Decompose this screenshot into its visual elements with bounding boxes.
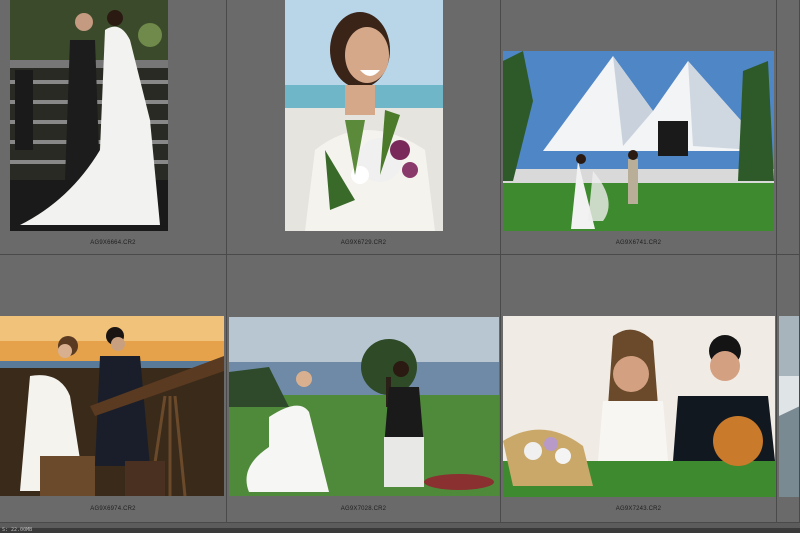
thumbnail-image[interactable] [10,0,168,231]
thumbnail-filename: AG9X7243.CR2 [615,506,662,512]
thumbnail-filename: AG9X6664.CR2 [90,240,136,246]
thumbnail-cell[interactable] [777,0,800,255]
thumbnail-cell[interactable]: AG9X6729.CR2 [227,0,501,255]
thumbnail-image[interactable] [503,51,774,231]
thumbnail-image[interactable] [0,316,224,496]
thumbnail-image[interactable] [229,317,499,496]
thumbnail-cell[interactable]: AG9X7028.CR2 [227,255,501,523]
thumbnail-image[interactable] [285,0,443,231]
thumbnail-image[interactable] [503,316,775,497]
thumbnail-filename: AG9X7028.CR2 [340,506,387,512]
thumbnail-filename: AG9X6741.CR2 [615,240,662,246]
thumbnail-image[interactable] [779,316,799,497]
thumbnail-filename: AG9X6974.CR2 [90,506,136,512]
thumbnail-grid: AG9X6664.CR2 AG9X6729.CR2 AG9X6741.CR2 A… [0,0,800,528]
thumbnail-cell[interactable]: AG9X6741.CR2 [501,0,777,255]
thumbnail-cell[interactable]: AG9X6664.CR2 [0,0,227,255]
status-text: S: 22.00MB [2,527,33,533]
thumbnail-cell[interactable]: AG9X7243.CR2 [501,255,777,523]
status-bar: S: 22.00MB [0,527,800,533]
thumbnail-cell[interactable]: AG9X6974.CR2 [0,255,227,523]
thumbnail-filename: AG9X6729.CR2 [340,240,387,246]
thumbnail-cell[interactable] [777,255,800,523]
